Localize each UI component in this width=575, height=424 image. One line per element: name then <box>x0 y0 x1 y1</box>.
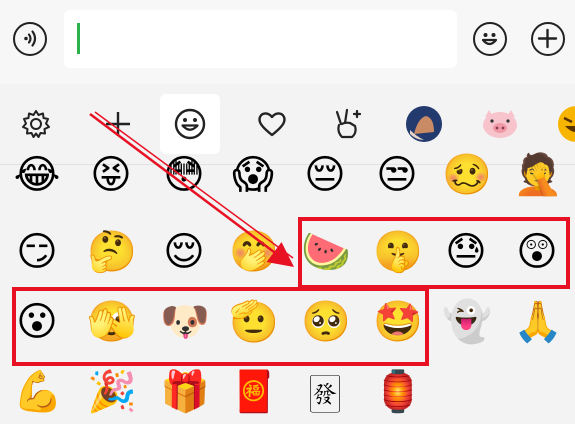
emoji-cell[interactable]: 🙏 <box>513 298 563 346</box>
voice-input-button[interactable] <box>13 22 47 56</box>
tab-settings[interactable] <box>6 94 66 154</box>
add-icon <box>106 112 130 136</box>
emoji-cell[interactable]: 🥴 <box>442 151 492 199</box>
emoji-cell[interactable]: 😮 <box>13 298 61 346</box>
emoji-panel-button[interactable] <box>473 22 507 56</box>
settings-gear-icon <box>22 110 50 138</box>
emoji-cell[interactable]: 💪 <box>13 368 63 416</box>
tab-sticker-pack-1[interactable] <box>394 94 454 154</box>
pig-sticker-icon <box>483 110 517 138</box>
emoji-cell[interactable]: 🀅 <box>301 368 349 416</box>
smiley-face-icon <box>174 108 206 140</box>
emoji-cell[interactable]: 🏮 <box>373 368 423 416</box>
emoji-cell[interactable]: 🤭 <box>229 228 279 276</box>
heart-icon <box>258 112 286 137</box>
emoji-cell[interactable]: 😱 <box>229 151 277 199</box>
emoji-cell[interactable]: 🤔 <box>87 228 137 276</box>
emoji-cell[interactable]: 🥺 <box>301 298 351 346</box>
emoji-cell[interactable]: 😓 <box>442 228 490 276</box>
emoji-cell[interactable]: 🧧 <box>229 368 279 416</box>
text-caret <box>77 23 80 54</box>
emoji-cell[interactable]: 🫣 <box>87 298 137 346</box>
emoji-cell[interactable]: 😒 <box>373 151 421 199</box>
plus-icon <box>537 28 558 49</box>
message-text-field[interactable] <box>64 10 457 68</box>
tab-sticker-pack-3[interactable] <box>546 94 575 154</box>
message-input-bar <box>0 0 575 84</box>
emoji-cell[interactable]: 🫡 <box>229 298 279 346</box>
tab-emoji[interactable] <box>160 94 220 154</box>
voice-icon <box>24 30 37 47</box>
emoji-face-icon <box>481 33 498 46</box>
emoji-cell[interactable]: 🐶 <box>160 298 210 346</box>
emoji-cell[interactable]: 😝 <box>87 151 135 199</box>
emoji-cell[interactable]: 🎉 <box>87 368 137 416</box>
emoji-cell[interactable]: 🍉 <box>301 228 351 276</box>
victory-hand-icon <box>335 108 362 139</box>
tab-add-sticker[interactable] <box>88 94 148 154</box>
emoji-cell[interactable]: 😳 <box>160 151 208 199</box>
emoji-cell[interactable]: 😲 <box>513 228 561 276</box>
tab-gestures[interactable] <box>318 94 378 154</box>
laughing-sticker-icon <box>558 106 575 142</box>
emoji-cell[interactable]: 🤫 <box>373 228 423 276</box>
emoji-cell[interactable]: 🤩 <box>373 298 423 346</box>
emoji-cell[interactable]: 🎁 <box>160 368 210 416</box>
emoji-cell[interactable]: 😏 <box>13 228 61 276</box>
emoji-cell[interactable]: 😌 <box>160 228 208 276</box>
emoji-grid: 😂 😝 😳 😱 😔 😒 🥴 🤦 😏 🤔 😌 🤭 🍉 🤫 😓 😲 😮 🫣 🐶 🫡 … <box>0 152 575 424</box>
emoji-cell[interactable]: 😔 <box>301 151 349 199</box>
emoji-cell[interactable]: 👻 <box>442 298 492 346</box>
tab-sticker-pack-2[interactable] <box>470 94 530 154</box>
tab-favorites[interactable] <box>242 94 302 154</box>
more-options-button[interactable] <box>531 22 565 56</box>
sticker-photo-icon <box>406 106 442 142</box>
emoji-cell[interactable]: 🤦 <box>513 151 563 199</box>
emoji-cell[interactable]: 😂 <box>13 151 61 199</box>
